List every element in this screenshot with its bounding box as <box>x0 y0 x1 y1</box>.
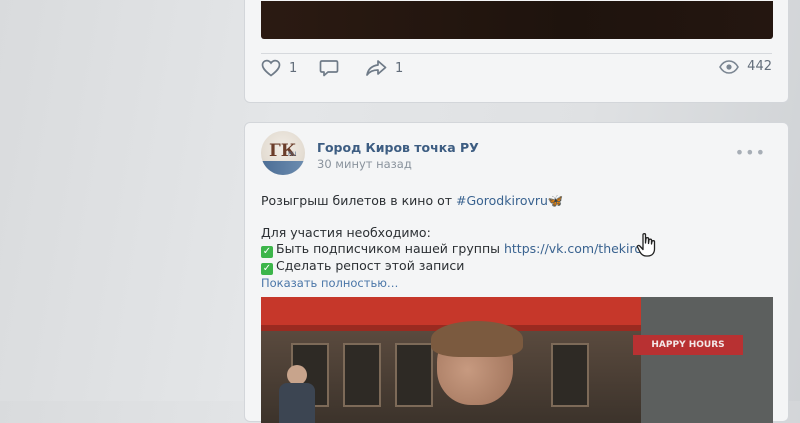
post-intro-line: Розыгрыш билетов в кино от #Gorodkirovru… <box>261 193 761 209</box>
post-text: Розыгрыш билетов в кино от #Gorodkirovru… <box>261 193 761 275</box>
avatar-decoration <box>261 161 305 175</box>
pedestrian-body <box>279 383 315 423</box>
views-count: 442 <box>747 59 772 74</box>
hand-pointer-icon <box>636 232 658 262</box>
post-time[interactable]: 30 минут назад <box>317 157 412 171</box>
share-icon <box>365 59 387 77</box>
awning <box>261 297 641 325</box>
previous-post-card: 1 1 442 <box>244 0 789 103</box>
divider <box>261 53 772 54</box>
like-count: 1 <box>289 60 298 76</box>
news-feed: 1 1 442 ГК RU Город Киров точка РУ 30 ми… <box>244 0 789 423</box>
views-counter: 442 <box>719 59 772 74</box>
requirement-2: ✓ Сделать репост этой записи <box>261 258 761 275</box>
post-photo[interactable]: HAPPY HOURS <box>261 297 773 423</box>
butterfly-emoji-icon: 🦋 <box>547 193 564 208</box>
post-card: ГК RU Город Киров точка РУ 30 минут наза… <box>244 122 789 423</box>
share-count: 1 <box>395 60 404 76</box>
hashtag-link[interactable]: #Gorodkirovru <box>456 193 548 208</box>
avatar[interactable]: ГК RU <box>261 131 305 175</box>
post-actions: 1 1 442 <box>261 59 772 85</box>
happy-hours-sign: HAPPY HOURS <box>633 335 743 355</box>
window <box>551 343 589 407</box>
previous-post-media[interactable] <box>261 1 773 39</box>
window <box>343 343 381 407</box>
requirement-1-text: Быть подписчиком нашей группы <box>276 241 504 256</box>
comment-button[interactable] <box>319 59 347 77</box>
heart-icon <box>261 59 281 77</box>
check-mark-icon: ✓ <box>261 263 273 275</box>
group-url-link[interactable]: https://vk.com/thekirov <box>504 241 649 256</box>
more-dots-icon[interactable]: ••• <box>735 143 766 162</box>
requirements-title: Для участия необходимо: <box>261 225 431 240</box>
window <box>395 343 433 407</box>
show-more-link[interactable]: Показать полностью… <box>261 276 398 290</box>
like-button[interactable]: 1 <box>261 59 297 77</box>
requirement-2-text: Сделать репост этой записи <box>276 258 465 273</box>
right-building <box>641 297 773 423</box>
group-name-link[interactable]: Город Киров точка РУ <box>317 140 479 155</box>
share-button[interactable]: 1 <box>365 59 403 77</box>
check-mark-icon: ✓ <box>261 246 273 258</box>
comment-icon <box>319 59 339 77</box>
avatar-logo-subtext: RU <box>288 151 297 158</box>
person-hair <box>431 321 523 357</box>
requirement-1: ✓ Быть подписчиком нашей группы https://v… <box>261 241 761 258</box>
intro-text: Розыгрыш билетов в кино от <box>261 193 456 208</box>
eye-icon <box>719 59 740 74</box>
pedestrian-head <box>287 365 307 385</box>
